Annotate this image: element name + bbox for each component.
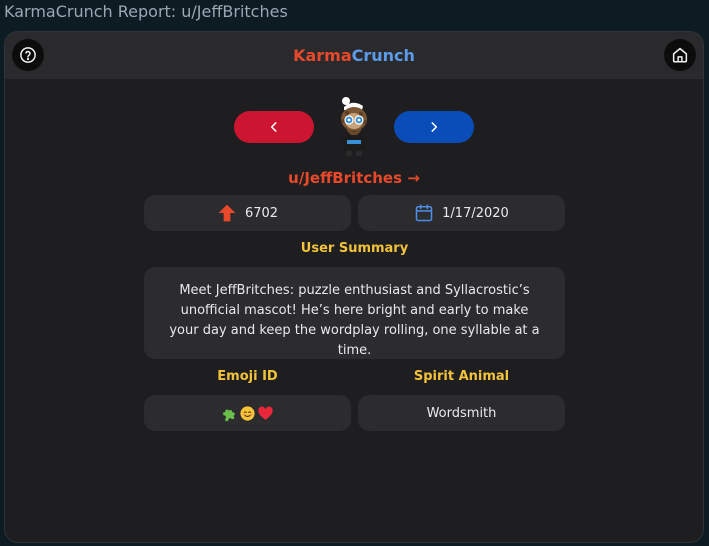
- upvote-arrow-icon: [218, 204, 236, 222]
- brand-karma: Karma: [293, 46, 352, 65]
- emoji-id-label: Emoji ID: [217, 369, 278, 384]
- next-user-button[interactable]: [394, 111, 474, 143]
- spirit-animal-label: Spirit Animal: [413, 369, 510, 384]
- page-title: KarmaCrunch Report: u/JeffBritches: [4, 2, 288, 21]
- cake-day-pill: 1/17/2020: [358, 195, 565, 231]
- help-button[interactable]: [12, 39, 44, 71]
- emoji-id-pill: [144, 395, 351, 431]
- calendar-icon: [415, 204, 433, 222]
- home-button[interactable]: [664, 39, 696, 71]
- brand-crunch: Crunch: [351, 46, 415, 65]
- brand-logo: KarmaCrunch: [5, 32, 703, 79]
- username-link[interactable]: u/JeffBritches →: [5, 167, 703, 189]
- report-card: KarmaCrunch u/JeffBritches → 6702 1/17/2…: [4, 31, 704, 543]
- smiling-face-icon: [240, 405, 255, 421]
- avatar: [341, 97, 367, 156]
- spirit-animal-value: Wordsmith: [426, 405, 497, 421]
- user-summary-text: Meet JeffBritches: puzzle enthusiast and…: [144, 267, 565, 359]
- karma-value: 6702: [244, 205, 279, 221]
- puzzle-piece-icon: [222, 409, 235, 422]
- spirit-animal-pill: Wordsmith: [358, 395, 565, 431]
- card-header: KarmaCrunch: [5, 32, 703, 79]
- karma-pill: 6702: [144, 195, 351, 231]
- chevron-right-icon: [431, 122, 438, 132]
- help-circle-icon: [20, 47, 36, 63]
- home-icon: [672, 47, 688, 63]
- user-summary-label: User Summary: [300, 241, 409, 256]
- chevron-left-icon: [270, 122, 277, 132]
- previous-user-button[interactable]: [234, 111, 314, 143]
- cake-day-value: 1/17/2020: [442, 205, 509, 221]
- red-heart-icon: [258, 405, 273, 420]
